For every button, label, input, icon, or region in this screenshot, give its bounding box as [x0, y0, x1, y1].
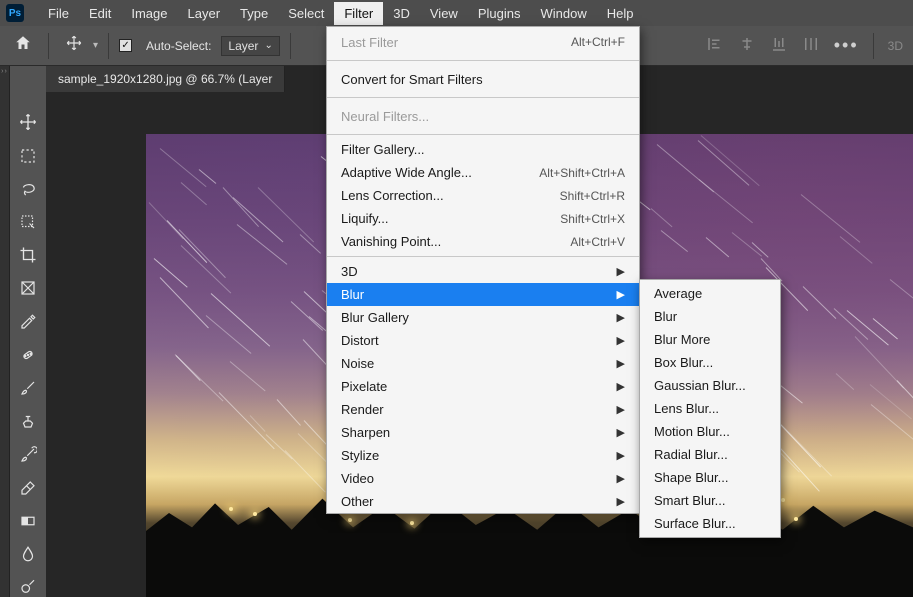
menu-3d[interactable]: 3D	[383, 2, 420, 25]
menu-item-pixelate[interactable]: Pixelate▶	[327, 375, 639, 398]
menu-item-lens-correction[interactable]: Lens Correction... Shift+Ctrl+R	[327, 184, 639, 207]
tool-history-brush[interactable]	[14, 445, 42, 464]
tool-crop[interactable]	[14, 246, 42, 265]
menu-item-filter-gallery[interactable]: Filter Gallery...	[327, 138, 639, 161]
align-bottom-icon[interactable]	[770, 35, 788, 56]
submenu-arrow-icon: ▶	[617, 380, 625, 393]
menu-separator	[327, 60, 639, 61]
move-tool-icon[interactable]	[59, 34, 89, 57]
submenu-item-surface-blur[interactable]: Surface Blur...	[640, 512, 780, 535]
3d-mode-label[interactable]: 3D	[888, 39, 903, 53]
menubar: Ps FileEditImageLayerTypeSelectFilter3DV…	[0, 0, 913, 26]
menu-file[interactable]: File	[38, 2, 79, 25]
menu-item-noise[interactable]: Noise▶	[327, 352, 639, 375]
align-center-h-icon[interactable]	[738, 35, 756, 56]
filter-menu-dropdown: Last Filter Alt+Ctrl+F Convert for Smart…	[326, 26, 640, 514]
home-icon[interactable]	[8, 34, 38, 57]
menu-separator	[327, 256, 639, 257]
divider	[108, 33, 109, 59]
auto-select-target-dropdown[interactable]: Layer ⌄	[221, 36, 279, 56]
app-logo: Ps	[6, 4, 24, 22]
submenu-item-lens-blur[interactable]: Lens Blur...	[640, 397, 780, 420]
submenu-arrow-icon: ▶	[617, 449, 625, 462]
menu-item-other[interactable]: Other▶	[327, 490, 639, 513]
tool-lasso[interactable]	[14, 179, 42, 198]
menu-filter[interactable]: Filter	[334, 2, 383, 25]
distribute-icon[interactable]	[802, 35, 820, 56]
panel-collapse-handle[interactable]: ››	[0, 66, 10, 597]
submenu-arrow-icon: ▶	[617, 403, 625, 416]
select-target-value: Layer	[228, 39, 258, 53]
tool-marquee[interactable]	[14, 146, 42, 165]
divider	[290, 33, 291, 59]
tool-healing[interactable]	[14, 345, 42, 364]
tool-eyedropper[interactable]	[14, 312, 42, 331]
submenu-arrow-icon: ▶	[617, 472, 625, 485]
document-tab[interactable]: sample_1920x1280.jpg @ 66.7% (Layer	[46, 66, 285, 92]
submenu-arrow-icon: ▶	[617, 426, 625, 439]
auto-select-checkbox[interactable]: ✓	[119, 39, 132, 52]
submenu-arrow-icon: ▶	[617, 495, 625, 508]
submenu-item-blur[interactable]: Blur	[640, 305, 780, 328]
menu-separator	[327, 97, 639, 98]
align-controls: ••• 3D	[706, 33, 903, 59]
menu-window[interactable]: Window	[530, 2, 596, 25]
submenu-arrow-icon: ▶	[617, 334, 625, 347]
divider	[873, 33, 874, 59]
menu-separator	[327, 134, 639, 135]
tool-clone[interactable]	[14, 412, 42, 431]
menu-item-sharpen[interactable]: Sharpen▶	[327, 421, 639, 444]
submenu-item-average[interactable]: Average	[640, 282, 780, 305]
chevron-down-icon: ⌄	[264, 40, 272, 51]
menu-type[interactable]: Type	[230, 2, 278, 25]
divider	[48, 33, 49, 59]
menu-view[interactable]: View	[420, 2, 468, 25]
dropdown-caret-icon[interactable]: ▾	[93, 40, 98, 51]
menu-edit[interactable]: Edit	[79, 2, 121, 25]
submenu-item-motion-blur[interactable]: Motion Blur...	[640, 420, 780, 443]
submenu-item-blur-more[interactable]: Blur More	[640, 328, 780, 351]
menu-item-blur[interactable]: Blur▶	[327, 283, 639, 306]
tool-brush[interactable]	[14, 379, 42, 398]
menu-item-3d[interactable]: 3D▶	[327, 260, 639, 283]
blur-submenu: AverageBlurBlur MoreBox Blur...Gaussian …	[639, 279, 781, 538]
menu-item-convert-smart-filters[interactable]: Convert for Smart Filters	[327, 64, 639, 94]
menu-item-distort[interactable]: Distort▶	[327, 329, 639, 352]
menu-item-liquify[interactable]: Liquify... Shift+Ctrl+X	[327, 207, 639, 230]
tool-eraser[interactable]	[14, 478, 42, 497]
more-options-icon[interactable]: •••	[834, 35, 859, 56]
tool-magic-wand[interactable]	[14, 212, 42, 231]
tool-move[interactable]	[14, 112, 42, 132]
menu-image[interactable]: Image	[121, 2, 177, 25]
menu-item-neural-filters[interactable]: Neural Filters...	[327, 101, 639, 131]
submenu-item-box-blur[interactable]: Box Blur...	[640, 351, 780, 374]
menu-item-adaptive-wide-angle[interactable]: Adaptive Wide Angle... Alt+Shift+Ctrl+A	[327, 161, 639, 184]
document-tab-title: sample_1920x1280.jpg @ 66.7% (Layer	[58, 72, 272, 86]
menu-item-stylize[interactable]: Stylize▶	[327, 444, 639, 467]
align-left-icon[interactable]	[706, 35, 724, 56]
tool-blur[interactable]	[14, 545, 42, 564]
menu-item-blur-gallery[interactable]: Blur Gallery▶	[327, 306, 639, 329]
submenu-arrow-icon: ▶	[617, 311, 625, 324]
auto-select-label: Auto-Select:	[146, 39, 211, 53]
submenu-item-shape-blur[interactable]: Shape Blur...	[640, 466, 780, 489]
submenu-item-gaussian-blur[interactable]: Gaussian Blur...	[640, 374, 780, 397]
menu-plugins[interactable]: Plugins	[468, 2, 531, 25]
submenu-item-smart-blur[interactable]: Smart Blur...	[640, 489, 780, 512]
menu-item-video[interactable]: Video▶	[327, 467, 639, 490]
menu-help[interactable]: Help	[597, 2, 644, 25]
menu-item-last-filter[interactable]: Last Filter Alt+Ctrl+F	[327, 27, 639, 57]
submenu-arrow-icon: ▶	[617, 265, 625, 278]
submenu-item-radial-blur[interactable]: Radial Blur...	[640, 443, 780, 466]
menu-select[interactable]: Select	[278, 2, 334, 25]
menu-item-render[interactable]: Render▶	[327, 398, 639, 421]
tool-dodge[interactable]	[14, 578, 42, 597]
menu-item-vanishing-point[interactable]: Vanishing Point... Alt+Ctrl+V	[327, 230, 639, 253]
tools-panel	[10, 66, 46, 597]
tool-frame[interactable]	[14, 279, 42, 298]
menu-layer[interactable]: Layer	[178, 2, 231, 25]
submenu-arrow-icon: ▶	[617, 357, 625, 370]
tool-gradient[interactable]	[14, 511, 42, 530]
submenu-arrow-icon: ▶	[617, 288, 625, 301]
